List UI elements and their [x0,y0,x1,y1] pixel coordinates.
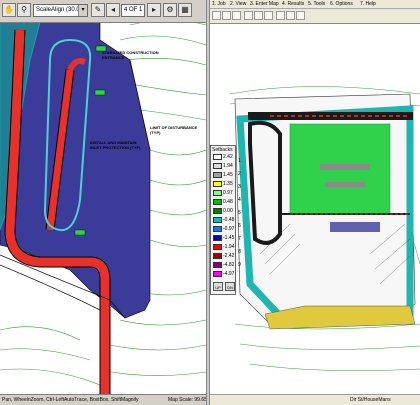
legend-title: Setbacks [212,147,233,153]
legend-value: -0.97 [223,226,235,232]
map-label-entrance: STABILIZED CONSTRUCTION ENTRANCE [102,50,159,60]
legend-value: 0.97 [223,190,233,196]
menu-job[interactable]: 1. Job [212,0,226,8]
gear-icon[interactable]: ⚙ [163,3,177,17]
status-hint: Pan, WheelnZoom, Ctrl-LeftAutoTrace, Box… [2,397,139,403]
legend-down-button[interactable]: DN [225,282,235,291]
pan-icon[interactable] [264,11,273,20]
blue-patch [330,222,380,232]
legend-side-number: 9 [238,262,241,268]
legend-swatch [213,235,222,241]
menu-bar: 1. Job 2. View 3. Enter Map 4. Results 5… [210,0,420,9]
inlet-marker [74,229,86,236]
legend-swatch [213,163,222,169]
yellow-road [264,305,416,330]
menu-view[interactable]: 2. View [230,0,246,8]
hand-icon[interactable]: ✋ [2,3,16,17]
legend-value: 1.35 [223,181,233,187]
legend-side-number: 4 [238,197,241,203]
map-label-limit: LIMIT OF DISTURBANCE (TYP) [150,125,198,135]
legend-swatch [213,208,222,214]
zoom-in-icon[interactable] [244,11,253,20]
legend-swatch [213,217,222,223]
status-right: Dir St/HouseMans [350,397,391,403]
layers-icon[interactable] [276,11,285,20]
site-plan-drawing[interactable] [0,0,206,405]
right-toolbar [210,9,420,24]
legend-value: 1.45 [223,172,233,178]
print-icon[interactable] [296,11,305,20]
page-combo[interactable]: 4 OF 1 [121,4,145,17]
legend-side-number: 1 [238,158,241,164]
legend-value: 0.00 [223,208,233,214]
legend-side-number: 2 [238,171,241,177]
measure-icon[interactable] [286,11,295,20]
grey-band [320,164,370,170]
legend-value: -1.94 [223,244,235,250]
zoom-icon[interactable]: ⚲ [17,3,31,17]
legend-side-number: 5 [238,210,241,216]
grid-icon[interactable]: ▦ [178,3,192,17]
zoom-out-icon[interactable] [254,11,263,20]
legend-value: -0.48 [223,217,235,223]
legend-value: 1.94 [223,163,233,169]
inlet-marker [94,89,106,96]
cut-fill-map[interactable] [210,24,420,395]
setbacks-legend[interactable]: Setbacks 2.42 1.94 1.45 1.35 0.97 0.48 0.00 -0.… [210,145,236,295]
pencil-icon[interactable]: ✎ [91,3,105,17]
menu-tools[interactable]: 5. Tools [308,0,325,8]
map-label-inlet: INSTALL AND MAINTAIN INLET PROTECTION (T… [90,140,141,150]
open-icon[interactable] [222,11,231,20]
menu-enter-map[interactable]: 3. Enter Map [250,0,279,8]
menu-results[interactable]: 4. Results [282,0,304,8]
new-icon[interactable] [212,11,221,20]
legend-swatch [213,244,222,250]
save-icon[interactable] [232,11,241,20]
legend-swatch [213,154,222,160]
legend-swatch [213,226,222,232]
next-page-icon[interactable]: ▸ [147,3,161,17]
prev-page-icon[interactable]: ◂ [106,3,120,17]
legend-value: -1.45 [223,235,235,241]
legend-value: -4.97 [223,271,235,277]
legend-value: 2.42 [223,154,233,160]
grading-model-viewer: 1. Job 2. View 3. Enter Map 4. Results 5… [210,0,420,405]
left-status-bar: Pan, WheelnZoom, Ctrl-LeftAutoTrace, Box… [0,394,206,405]
legend-value: -2.42 [223,253,235,259]
legend-side-number: 8 [238,249,241,255]
scale-combo[interactable]: ScaleAlign (30.00) ▾ [33,4,88,17]
menu-help[interactable]: 7. Help [360,0,376,8]
legend-swatch [213,253,222,259]
map-scale: Map Scale: 99.65 [168,397,206,403]
legend-swatch [213,181,222,187]
right-status-bar: Dir St/HouseMans [210,394,420,405]
legend-swatch [213,172,222,178]
legend-up-button[interactable]: UP [213,282,223,291]
cad-plan-viewer: STABILIZED CONSTRUCTION ENTRANCE INSTALL… [0,0,206,405]
legend-swatch [213,262,222,268]
legend-swatch [213,190,222,196]
menu-options[interactable]: 6. Options [330,0,353,8]
legend-side-number: 3 [238,184,241,190]
left-toolbar: ✋ ⚲ ScaleAlign (30.00) ▾ ✎ ◂ 4 OF 1 ▸ ⚙ ▦ [0,0,206,23]
legend-swatch [213,271,222,277]
chevron-down-icon[interactable]: ▾ [78,5,87,16]
legend-side-number: 7 [238,236,241,242]
grey-band [325,182,365,187]
legend-swatch [213,199,222,205]
legend-value: 0.48 [223,199,233,205]
legend-value: -4.82 [223,262,235,268]
legend-side-number: 6 [238,223,241,229]
